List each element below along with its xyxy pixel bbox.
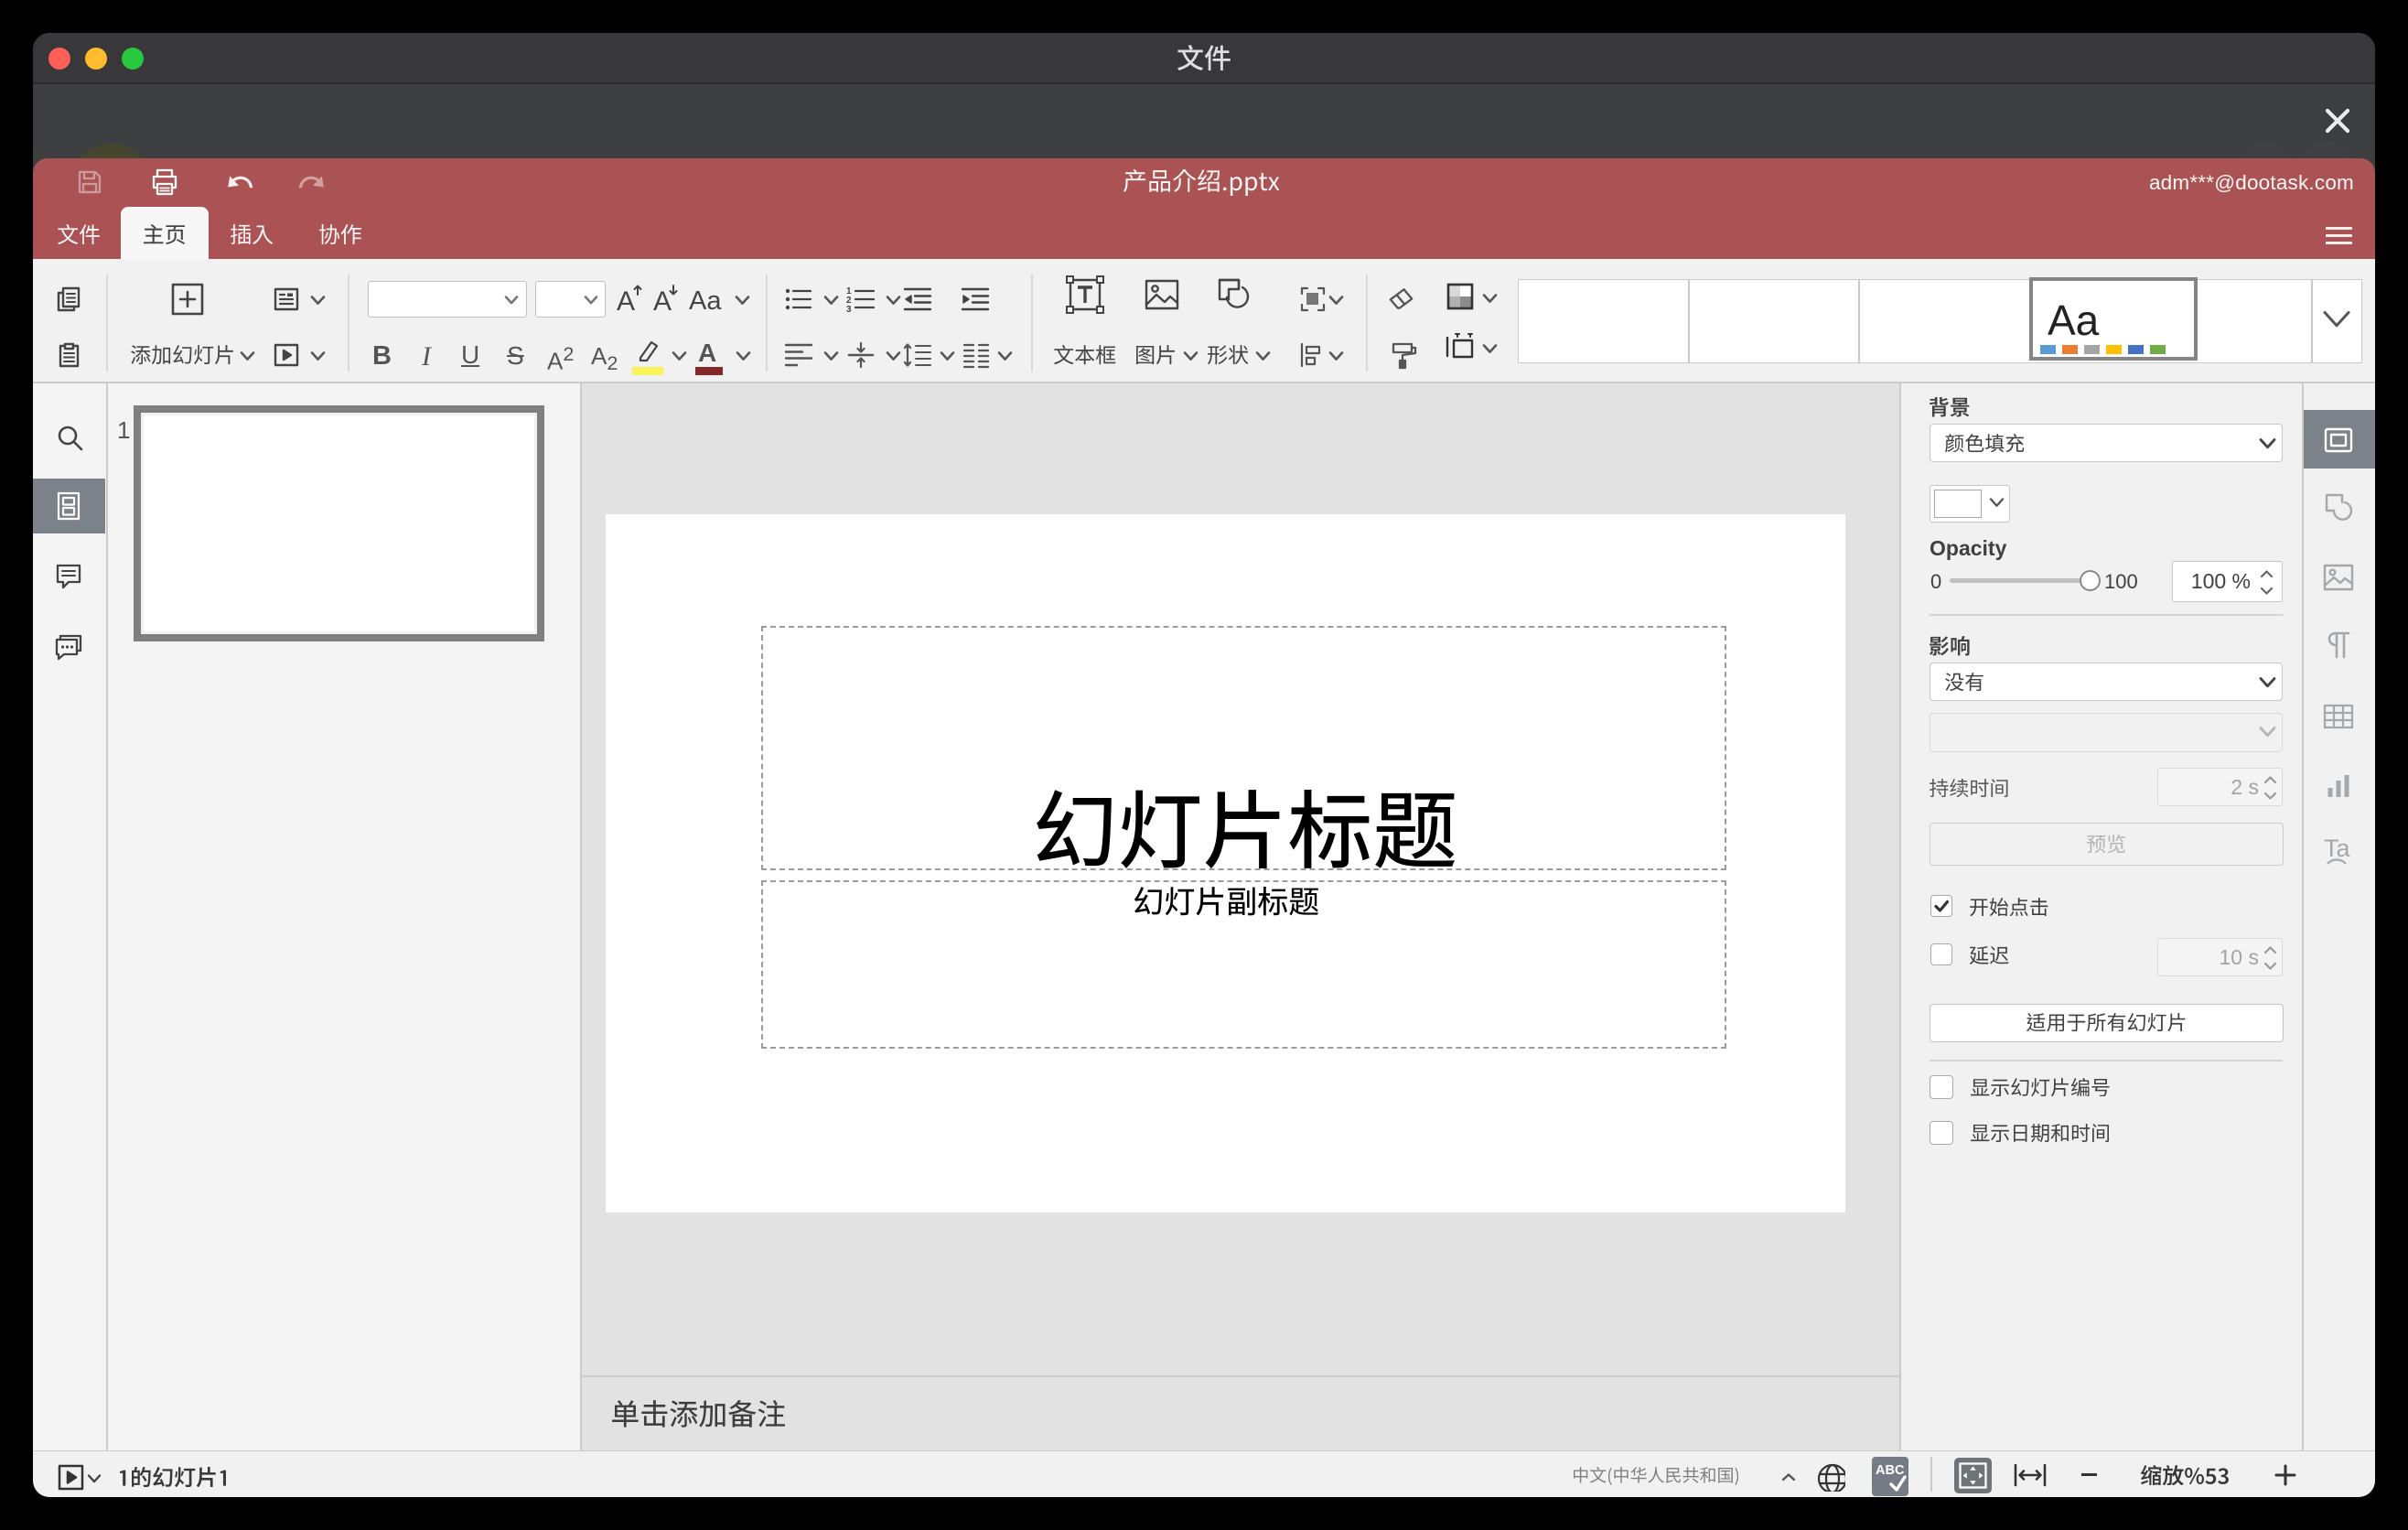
svg-text:Ta: Ta (2324, 835, 2351, 862)
svg-text:3: 3 (846, 305, 852, 313)
svg-text:ABC: ABC (1876, 1463, 1905, 1478)
